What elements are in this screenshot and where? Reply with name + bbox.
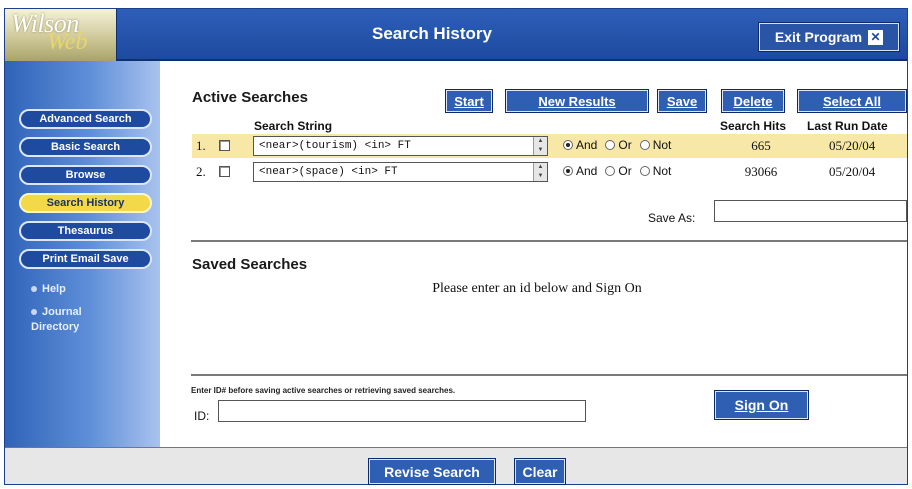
bullet-icon [31,309,37,316]
row-number: 2. [196,164,206,179]
save-as-label: Save As: [648,211,696,225]
sidebar-link-help[interactable]: Help [31,283,66,295]
new-results-button[interactable]: New Results [505,89,649,113]
clear-button[interactable]: Clear [514,458,566,485]
table-row: 2. <near>(space) <in> FT ▲ ▼ And Or Not 9… [192,160,907,184]
last-run-date-column-header: Last Run Date [807,119,888,133]
id-hint-text: Enter ID# before saving active searches … [191,386,456,395]
app-window: Wilson Web Search History Exit Program ✕… [4,8,908,485]
sidebar-item-basic-search[interactable]: Basic Search [19,137,152,157]
radio-or[interactable]: Or [605,164,632,178]
sign-on-button[interactable]: Sign On [714,390,809,420]
boolean-operator-group: And Or Not [563,138,679,152]
radio-unselected-icon [605,166,616,176]
id-label: ID: [194,409,210,423]
revise-search-button[interactable]: Revise Search [368,458,496,485]
sidebar-link-help-label: Help [42,283,66,295]
sidebar-link-journal-directory[interactable]: Journal Directory [31,305,131,335]
search-string-column-header: Search String [254,119,333,133]
search-hits-column-header: Search Hits [720,119,787,133]
section-divider [191,240,907,242]
logo-web-text: Web [47,29,88,55]
select-all-button[interactable]: Select All [797,89,907,113]
save-button[interactable]: Save [657,89,707,113]
close-box-icon: ✕ [868,29,884,45]
saved-searches-heading: Saved Searches [192,256,308,273]
radio-unselected-icon [605,140,616,150]
last-run-date-value: 05/20/04 [829,138,876,153]
page-title: Search History [372,24,492,43]
sidebar: Advanced Search Basic Search Browse Sear… [5,61,160,447]
exit-program-button[interactable]: Exit Program ✕ [758,22,900,52]
header-bar: Wilson Web Search History Exit Program ✕ [5,9,907,61]
radio-selected-icon [563,140,573,150]
sidebar-item-thesaurus[interactable]: Thesaurus [19,221,152,241]
exit-program-label: Exit Program [774,29,863,45]
radio-unselected-icon [639,140,650,150]
search-string-field[interactable]: <near>(space) <in> FT [253,162,548,182]
active-searches-heading: Active Searches [192,89,308,106]
radio-not[interactable]: Not [639,138,672,152]
row-checkbox[interactable] [219,166,230,177]
wilsonweb-logo[interactable]: Wilson Web [5,9,117,61]
scroll-arrows-icon[interactable]: ▲ ▼ [533,137,547,155]
search-hits-value: 665 [751,138,771,153]
radio-or-label: Or [618,138,632,152]
search-string-field[interactable]: <near>(tourism) <in> FT [253,136,548,156]
radio-or[interactable]: Or [605,138,632,152]
table-row: 1. <near>(tourism) <in> FT ▲ ▼ And Or Not… [192,134,907,158]
sidebar-item-search-history[interactable]: Search History [19,193,152,213]
sidebar-item-browse[interactable]: Browse [19,165,152,185]
footer-bar: Revise Search Clear [5,447,907,485]
radio-and[interactable]: And [563,164,597,178]
sidebar-item-print-email-save[interactable]: Print Email Save [19,249,152,269]
main-content: Active Searches Start New Results Save D… [160,61,907,447]
id-input[interactable] [218,400,586,422]
start-button[interactable]: Start [445,89,493,113]
save-as-input[interactable] [714,200,907,222]
last-run-date-value: 05/20/04 [829,164,876,179]
radio-or-label: Or [618,164,632,178]
radio-not-label: Not [652,138,672,152]
sidebar-item-advanced-search[interactable]: Advanced Search [19,109,152,129]
boolean-operator-group: And Or Not [563,164,679,178]
radio-and-label: And [576,164,598,178]
scroll-arrows-icon[interactable]: ▲ ▼ [533,163,547,181]
row-checkbox[interactable] [219,140,230,151]
sidebar-link-journal-directory-label: Journal Directory [31,306,82,333]
radio-and[interactable]: And [563,138,597,152]
delete-button[interactable]: Delete [721,89,785,113]
row-number: 1. [196,138,206,153]
radio-selected-icon [563,166,573,176]
search-hits-value: 93066 [744,164,778,179]
radio-not-label: Not [652,164,672,178]
bullet-icon [31,286,37,293]
radio-and-label: And [576,138,598,152]
radio-unselected-icon [639,166,650,176]
sign-on-message: Please enter an id below and Sign On [432,281,642,296]
section-divider [191,374,907,376]
radio-not[interactable]: Not [639,164,672,178]
